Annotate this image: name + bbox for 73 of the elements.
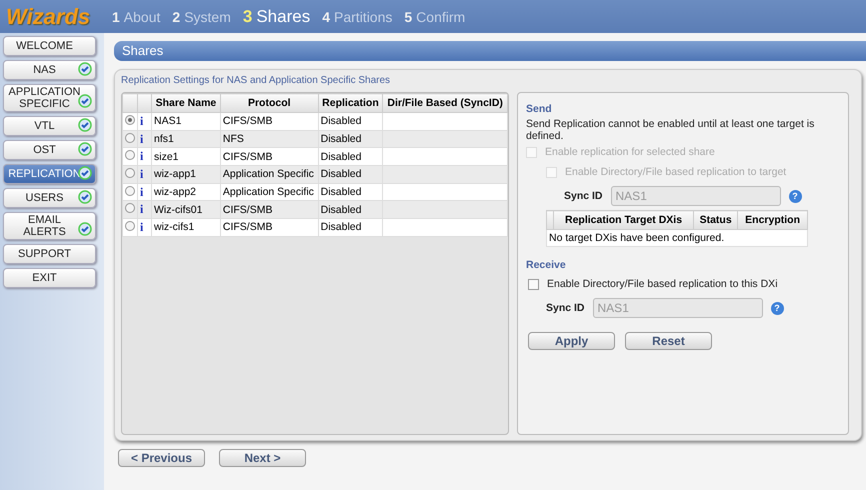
sidebar-item[interactable]: OST [3, 140, 96, 160]
section-heading: Receive [526, 259, 567, 271]
info-link[interactable]: i [140, 202, 144, 216]
sidebar-item[interactable]: WELCOME [3, 36, 96, 56]
sidebar-item[interactable]: VTL [3, 116, 96, 136]
nav-button[interactable]: Next > [219, 449, 306, 467]
checkbox-label: Enable replication for selected share [545, 146, 715, 158]
radio-button[interactable] [125, 150, 135, 160]
checkbox-label: Enable Directory/File based replication to this DXi [547, 278, 778, 290]
table-cell: wiz-app2 [152, 183, 220, 201]
help-icon[interactable]: ? [770, 302, 784, 314]
table-cell: wiz-app1 [152, 166, 220, 184]
column-header[interactable]: Replication Target DXis [554, 210, 694, 230]
action-button[interactable]: Reset [625, 332, 712, 350]
table-cell: Disabled [318, 130, 383, 148]
column-header[interactable]: Encryption [738, 210, 808, 230]
section-heading: Send [526, 103, 553, 115]
column-header[interactable]: Status [694, 210, 738, 230]
nav-button[interactable]: < Previous [118, 449, 205, 467]
table-cell: Disabled [318, 218, 383, 236]
column-header[interactable]: Replication [318, 94, 383, 112]
page-title: Shares [114, 41, 866, 61]
table-cell: wiz-cifs1 [152, 218, 220, 236]
checkmark-icon [78, 190, 92, 204]
radio-button[interactable] [125, 132, 135, 143]
table-cell: CIFS/SMB [220, 148, 318, 166]
table-cell: Disabled [318, 112, 383, 130]
sidebar-item[interactable]: NAS [3, 60, 96, 80]
radio-button[interactable] [125, 220, 135, 231]
sidebar-item[interactable]: APPLICATION SPECIFIC [3, 84, 96, 112]
table-cell: nfs1 [152, 130, 220, 148]
sidebar-item[interactable]: SUPPORT [3, 244, 96, 264]
column-header[interactable]: Protocol [220, 94, 318, 112]
panel-title: Replication Settings for NAS and Application Specific Shares [121, 75, 392, 86]
table-cell: size1 [152, 148, 220, 166]
table-cell: Wiz-cifs01 [152, 200, 220, 219]
checkmark-icon [78, 62, 92, 76]
sync-id-label: Sync ID [546, 302, 585, 314]
checkmark-icon [78, 94, 92, 108]
table-cell: CIFS/SMB [220, 112, 318, 130]
table-cell: NAS1 [152, 112, 220, 130]
table-cell: Application Specific [220, 166, 318, 184]
radio-button[interactable] [125, 203, 135, 214]
wizard-step[interactable]: 3 Shares [242, 6, 310, 26]
table-cell: Disabled [318, 166, 383, 184]
checkbox[interactable] [528, 278, 539, 290]
table-cell: CIFS/SMB [220, 200, 318, 219]
table-cell: NFS [220, 130, 318, 148]
table-cell: CIFS/SMB [220, 218, 318, 236]
table-cell: Disabled [318, 183, 383, 201]
checkmark-icon [78, 166, 92, 180]
sync-id-label: Sync ID [564, 190, 603, 202]
help-icon[interactable]: ? [788, 190, 802, 202]
radio-button[interactable] [125, 168, 135, 178]
checkmark-icon [78, 118, 92, 132]
table-cell: Application Specific [220, 183, 318, 201]
column-header[interactable]: Share Name [152, 94, 220, 112]
column-header[interactable]: Dir/File Based (SyncID) [382, 94, 508, 112]
table-cell: Disabled [318, 148, 383, 166]
action-button[interactable]: Apply [528, 332, 615, 350]
radio-button[interactable] [125, 114, 135, 125]
sidebar-item[interactable]: USERS [3, 188, 96, 208]
checkmark-icon [78, 142, 92, 156]
table-cell: Disabled [318, 200, 383, 219]
checkbox-label: Enable Directory/File based replication to target [565, 166, 786, 178]
info-link[interactable]: i [140, 149, 144, 164]
logo: Wizards [5, 4, 92, 30]
send-note: Send Replication cannot be enabled until at least one target is defined. [526, 118, 816, 142]
radio-button[interactable] [125, 186, 135, 196]
sidebar-item[interactable]: EMAIL ALERTS [3, 212, 96, 240]
sidebar-item[interactable]: EXIT [3, 268, 96, 288]
checkmark-icon [78, 222, 92, 236]
empty-message: No target DXis have been configured. [546, 230, 808, 246]
